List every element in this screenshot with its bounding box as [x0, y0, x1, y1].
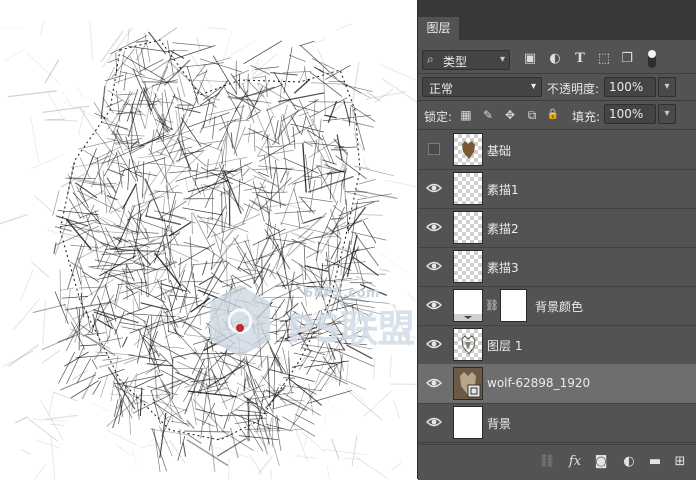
filter-type-label: 类型 — [443, 53, 467, 70]
eye-icon[interactable] — [426, 377, 442, 389]
eye-icon[interactable] — [426, 416, 442, 428]
smart-object-filter-icon[interactable]: ❐ — [619, 51, 635, 67]
link-icon[interactable]: ⛓ — [485, 299, 499, 312]
layer-row[interactable]: 素描2 — [418, 208, 696, 248]
layer-row[interactable]: 素描3 — [418, 247, 696, 287]
layer-thumbnail — [453, 250, 483, 283]
layer-name: 基础 — [487, 142, 511, 159]
lock-image-pixels-icon[interactable]: ✎ — [480, 107, 496, 123]
filter-row: ⌕ 类型 ▾ ▣ ◐ T ⬚ ❐ — [418, 46, 696, 72]
layer-thumbnail — [453, 133, 483, 166]
eye-icon[interactable] — [426, 221, 442, 233]
lock-label: 锁定: — [424, 108, 452, 125]
layer-row-selected[interactable]: wolf-62898_1920 — [418, 364, 696, 404]
image-filter-icon[interactable]: ▣ — [522, 51, 538, 67]
blend-mode-value: 正常 — [429, 80, 453, 97]
filter-type-select[interactable]: ⌕ 类型 ▾ — [422, 50, 510, 70]
lock-transparent-pixels-icon[interactable]: ▦ — [458, 107, 474, 123]
layer-row[interactable]: 基础 — [418, 130, 696, 170]
layer-row[interactable]: 素描1 — [418, 169, 696, 209]
layer-name: 图层 1 — [487, 337, 522, 354]
lock-row: 锁定: ▦ ✎ ✥ ⧉ 🔒 填充: 100% ▾ — [418, 102, 696, 128]
wolf-thumbnail-icon — [454, 134, 482, 165]
watermark-brand: PS联盟 — [287, 298, 414, 353]
chevron-down-icon: ▾ — [500, 54, 505, 65]
sketch-artwork — [0, 0, 417, 479]
photo-icon — [454, 368, 482, 399]
fill-value: 100% — [609, 107, 643, 121]
layer-row[interactable]: ⛓ 背景颜色 — [418, 286, 696, 326]
adjustment-layer-icon[interactable]: ◐ — [620, 454, 638, 470]
fx-icon[interactable]: fx — [566, 454, 584, 470]
eye-icon[interactable] — [426, 260, 442, 272]
panel-tab-bar: 图层 — [418, 0, 696, 40]
layer-name: wolf-62898_1920 — [487, 376, 590, 390]
layer-row[interactable]: 图层 1 — [418, 325, 696, 365]
tab-layers[interactable]: 图层 — [418, 17, 459, 40]
document-canvas[interactable]: 68PS.com PS联盟 — [0, 0, 417, 479]
lock-all-icon[interactable]: 🔒 — [545, 107, 561, 123]
sketch-strokes — [0, 21, 417, 479]
blend-mode-select[interactable]: 正常 ▾ — [422, 77, 542, 97]
divider — [418, 73, 696, 74]
filter-toggle[interactable] — [648, 50, 656, 68]
layer-thumbnail — [453, 328, 483, 361]
fill-layer-icon — [454, 290, 482, 321]
blend-row: 正常 ▾ 不透明度: 100% ▾ — [418, 75, 696, 99]
layer-name: 背景 — [487, 415, 511, 432]
watermark-logo-icon — [210, 285, 270, 357]
eye-icon[interactable] — [426, 182, 442, 194]
adjustment-filter-icon[interactable]: ◐ — [547, 51, 563, 67]
search-icon: ⌕ — [427, 52, 434, 67]
lock-position-icon[interactable]: ✥ — [502, 107, 518, 123]
layer-name: 素描1 — [487, 181, 519, 198]
layer-name: 素描2 — [487, 220, 519, 237]
opacity-input[interactable]: 100% — [604, 77, 656, 97]
eye-icon[interactable] — [426, 299, 442, 311]
layer-name: 背景颜色 — [535, 298, 583, 315]
visibility-toggle-off[interactable] — [428, 143, 440, 155]
panel-footer: ⛓ fx ◙ ◐ ▬ ⊞ — [418, 444, 696, 480]
divider — [418, 100, 696, 101]
fill-layer-thumbnail — [453, 289, 483, 322]
opacity-value: 100% — [609, 80, 643, 94]
photo-thumbnail — [453, 367, 483, 400]
layers-panel: 图层 ⌕ 类型 ▾ ▣ ◐ T ⬚ ❐ 正常 ▾ 不透明度: 100% ▾ 锁定… — [417, 0, 696, 479]
fill-label: 填充: — [572, 108, 600, 125]
opacity-label: 不透明度: — [547, 80, 599, 97]
opacity-dropdown[interactable]: ▾ — [658, 77, 676, 97]
wolf-thumbnail-icon — [454, 329, 482, 360]
eye-icon[interactable] — [426, 338, 442, 350]
fill-dropdown[interactable]: ▾ — [658, 104, 676, 124]
layer-thumbnail — [453, 172, 483, 205]
chevron-down-icon: ▾ — [531, 81, 536, 92]
layer-mask-thumbnail[interactable] — [500, 289, 527, 322]
layer-thumbnail — [453, 406, 483, 439]
lock-artboard-icon[interactable]: ⧉ — [524, 107, 540, 123]
layer-name: 素描3 — [487, 259, 519, 276]
fill-input[interactable]: 100% — [604, 104, 656, 124]
layer-row[interactable]: 背景 — [418, 403, 696, 443]
group-folder-icon[interactable]: ▬ — [646, 454, 664, 470]
type-filter-icon[interactable]: T — [572, 51, 588, 67]
layer-thumbnail — [453, 211, 483, 244]
shape-filter-icon[interactable]: ⬚ — [596, 51, 612, 67]
new-layer-icon[interactable]: ⊞ — [671, 454, 689, 470]
add-mask-icon[interactable]: ◙ — [592, 454, 610, 470]
link-layers-icon[interactable]: ⛓ — [538, 454, 556, 470]
